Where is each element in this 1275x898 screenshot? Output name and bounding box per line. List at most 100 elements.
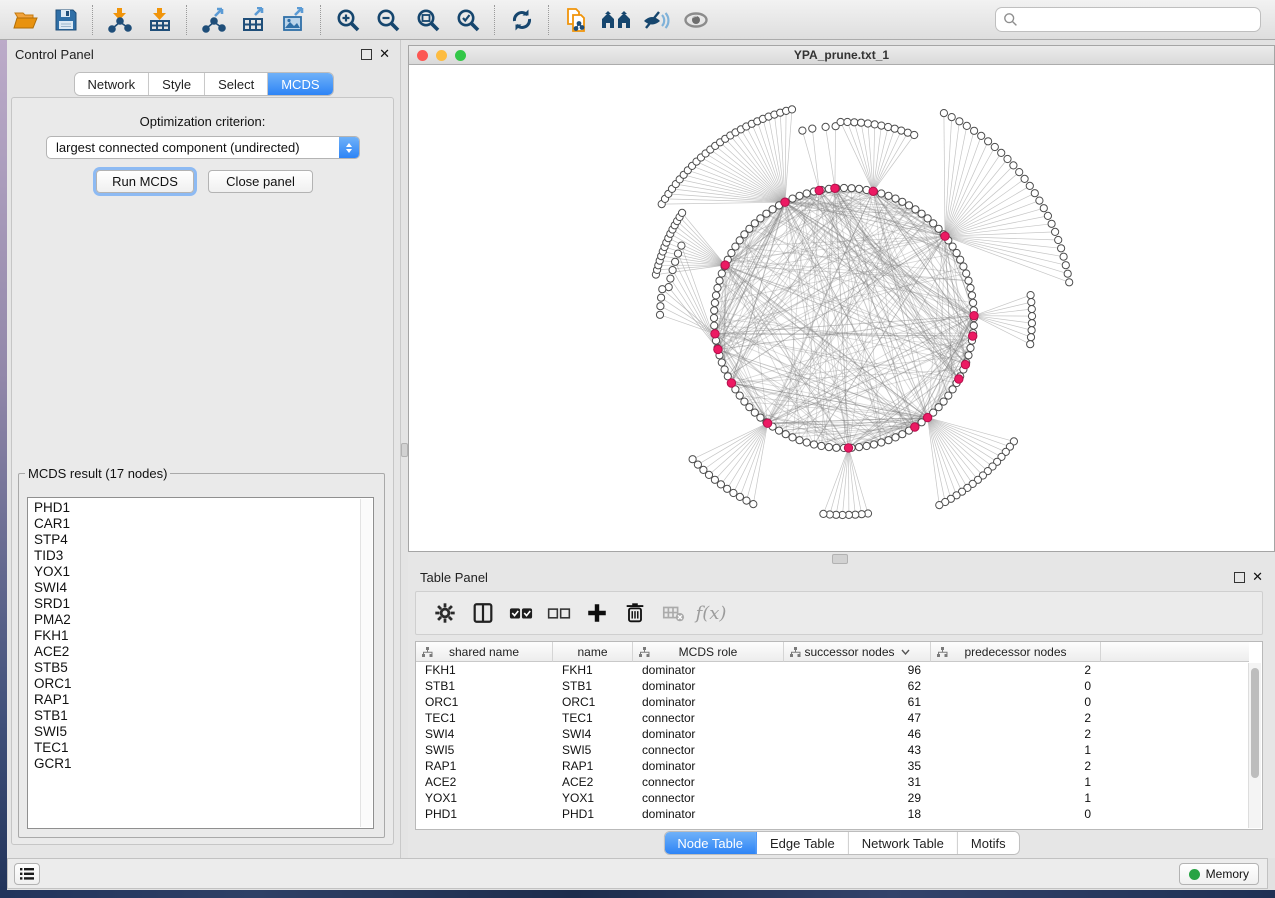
network-node[interactable] [689,456,696,463]
tab-style[interactable]: Style [149,73,205,95]
close-panel-button[interactable]: Close panel [208,170,313,193]
network-node[interactable] [788,106,795,113]
zoom-fit-button[interactable] [408,3,448,37]
network-node[interactable] [669,267,676,274]
network-hub-node[interactable] [970,312,978,320]
delete-column-button[interactable] [616,596,654,630]
scrollbar-thumb[interactable] [1251,668,1259,778]
show-all-button[interactable] [676,3,716,37]
tab-node-table[interactable]: Node Table [664,832,757,854]
network-node[interactable] [1010,162,1017,169]
splitter-handle[interactable] [832,554,848,564]
network-node[interactable] [782,431,789,438]
network-node[interactable] [789,434,796,441]
column-header[interactable]: name [553,642,633,662]
network-hub-node[interactable] [727,379,735,387]
network-node[interactable] [858,119,865,126]
network-node[interactable] [844,118,851,125]
tab-motifs[interactable]: Motifs [958,832,1019,854]
network-node[interactable] [775,427,782,434]
network-node[interactable] [721,366,728,373]
network-node[interactable] [710,314,717,321]
network-node[interactable] [736,237,743,244]
list-item[interactable]: FKH1 [34,628,357,644]
network-node[interactable] [892,195,899,202]
zoom-selected-button[interactable] [448,3,488,37]
network-node[interactable] [672,258,679,265]
network-hub-node[interactable] [781,198,789,206]
network-node[interactable] [878,122,885,129]
float-panel-icon[interactable] [1234,572,1245,583]
network-node[interactable] [837,118,844,125]
network-node[interactable] [674,250,681,257]
zoom-out-button[interactable] [368,3,408,37]
network-node[interactable] [991,143,998,150]
save-session-button[interactable] [46,3,86,37]
network-node[interactable] [741,398,748,405]
network-node[interactable] [1016,169,1023,176]
network-hub-node[interactable] [763,419,771,427]
horizontal-splitter[interactable] [408,552,1275,565]
network-hub-node[interactable] [955,375,963,383]
network-node[interactable] [945,392,952,399]
network-hub-node[interactable] [831,184,839,192]
network-node[interactable] [659,286,666,293]
network-node[interactable] [840,184,847,191]
network-node[interactable] [1058,245,1065,252]
function-builder-button[interactable]: f(x) [692,596,730,630]
network-node[interactable] [820,510,827,517]
network-node[interactable] [1027,292,1034,299]
network-node[interactable] [1028,313,1035,320]
network-node[interactable] [1028,327,1035,334]
network-hub-node[interactable] [923,413,931,421]
network-hub-node[interactable] [941,232,949,240]
network-node[interactable] [905,202,912,209]
network-node[interactable] [789,195,796,202]
tab-network-table[interactable]: Network Table [849,832,958,854]
network-hub-node[interactable] [815,186,823,194]
network-canvas[interactable] [409,65,1274,551]
network-node[interactable] [718,359,725,366]
network-node[interactable] [1048,220,1055,227]
list-item[interactable]: PHD1 [34,500,357,516]
network-node[interactable] [856,185,863,192]
network-node[interactable] [818,442,825,449]
network-node[interactable] [833,444,840,451]
network-node[interactable] [711,307,718,314]
import-network-button[interactable] [100,3,140,37]
table-scrollbar[interactable] [1248,663,1261,828]
table-row[interactable]: ACE2ACE2connector311 [416,774,1249,790]
network-node[interactable] [724,485,731,492]
refresh-view-button[interactable] [502,3,542,37]
network-node[interactable] [1028,320,1035,327]
network-node[interactable] [967,344,974,351]
mcds-list-scrollbar[interactable] [360,499,372,827]
close-panel-icon[interactable]: ✕ [379,46,390,62]
network-node[interactable] [998,149,1005,156]
network-node[interactable] [769,206,776,213]
column-header[interactable]: MCDS role [633,642,784,662]
network-hub-node[interactable] [869,187,877,195]
network-node[interactable] [1026,182,1033,189]
select-all-rows-button[interactable] [502,596,540,630]
network-node[interactable] [711,322,718,329]
network-node[interactable] [970,322,977,329]
splitter-handle[interactable] [401,443,408,457]
network-window-titlebar[interactable]: YPA_prune.txt_1 [409,46,1274,65]
network-node[interactable] [667,275,674,282]
network-node[interactable] [885,192,892,199]
network-node[interactable] [1031,190,1038,197]
network-node[interactable] [985,138,992,145]
network-hub-node[interactable] [961,360,969,368]
network-node[interactable] [657,303,664,310]
list-item[interactable]: CAR1 [34,516,357,532]
open-file-button[interactable] [6,3,46,37]
network-node[interactable] [965,352,972,359]
memory-button[interactable]: Memory [1179,863,1259,885]
network-hub-node[interactable] [721,261,729,269]
column-header[interactable]: successor nodes [784,642,931,662]
network-node[interactable] [891,125,898,132]
network-node[interactable] [1028,306,1035,313]
network-node[interactable] [678,242,685,249]
network-node[interactable] [878,439,885,446]
